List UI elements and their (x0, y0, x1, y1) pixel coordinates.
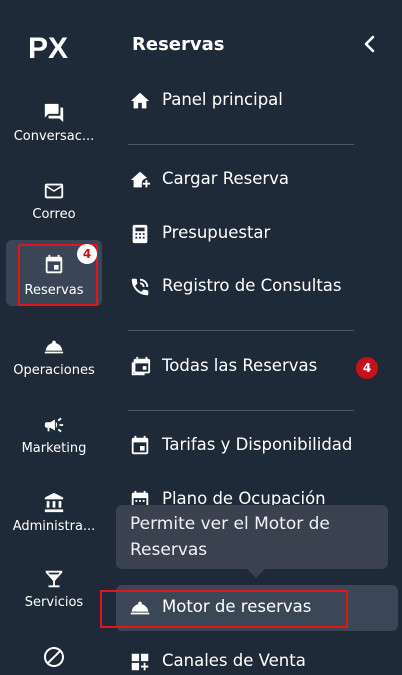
calculator-icon (128, 222, 152, 246)
room-service-icon (6, 334, 102, 360)
rail-item-label: Correo (32, 207, 76, 222)
tooltip: Permite ver el Motor de Reservas (116, 505, 388, 569)
divider (128, 410, 354, 411)
rail-item-label: Administra... (12, 519, 96, 534)
block-icon (6, 644, 102, 670)
menu-item-panel-principal[interactable]: Panel principal (116, 78, 398, 124)
count-badge: 4 (356, 357, 378, 379)
cocktail-icon (6, 566, 102, 592)
menu-item-label: Todas las Reservas (162, 356, 318, 375)
rail-item-correo[interactable]: Correo (6, 170, 102, 236)
apps-add-icon (128, 650, 152, 674)
mail-icon (6, 178, 102, 204)
menu-item-cargar-reserva[interactable]: Cargar Reserva (116, 157, 398, 203)
calendar-icon (128, 434, 152, 458)
menu-item-label: Cargar Reserva (162, 169, 290, 188)
icon-rail: PX Conversac... Correo 4 Reservas Operac… (0, 0, 108, 675)
highlight-box (100, 590, 348, 628)
chevron-left-icon (364, 35, 375, 53)
home-icon (128, 89, 152, 113)
menu-item-label: Registro de Consultas (162, 276, 342, 295)
menu-item-label: Canales de Venta (162, 651, 306, 670)
rail-item-reservas[interactable]: 4 Reservas (6, 240, 102, 306)
panel-title: Reservas (132, 34, 225, 55)
notification-badge: 4 (77, 244, 97, 264)
px-logo[interactable]: PX (26, 24, 82, 70)
rail-item-label: Servicios (24, 595, 84, 610)
rail-item-label: Marketing (21, 441, 87, 456)
rail-item-conversaciones[interactable]: Conversac... (6, 92, 102, 158)
calendar-stack-icon (128, 355, 152, 379)
collapse-button[interactable] (358, 30, 382, 58)
bank-icon (6, 490, 102, 516)
tooltip-arrow (246, 568, 266, 578)
menu-item-label: Tarifas y Disponibilidad (162, 435, 353, 454)
menu-item-canales-venta[interactable]: Canales de Venta (116, 639, 398, 675)
menu-item-label: Panel principal (162, 90, 283, 109)
menu-item-presupuestar[interactable]: Presupuestar (116, 211, 398, 257)
svg-text:PX: PX (28, 32, 68, 65)
rail-item-label: Operaciones (13, 363, 95, 378)
rail-item-servicios[interactable]: Servicios (6, 558, 102, 624)
divider (128, 144, 354, 145)
menu-item-registro-consultas[interactable]: Registro de Consultas (116, 264, 398, 310)
rail-item-marketing[interactable]: Marketing (6, 404, 102, 470)
rail-item-label: Conversac... (13, 129, 95, 144)
add-home-icon (128, 168, 152, 192)
phone-callback-icon (128, 275, 152, 299)
chat-icon (6, 100, 102, 126)
rail-item-operaciones[interactable]: Operaciones (6, 326, 102, 392)
menu-item-label: Presupuestar (162, 223, 271, 242)
menu-item-todas-reservas[interactable]: Todas las Reservas 4 (116, 344, 398, 390)
megaphone-icon (6, 412, 102, 438)
rail-item-blocked[interactable] (6, 636, 102, 675)
rail-item-administracion[interactable]: Administra... (6, 482, 102, 548)
rail-item-label: Reservas (24, 283, 84, 298)
divider (128, 330, 354, 331)
menu-item-tarifas[interactable]: Tarifas y Disponibilidad (116, 423, 398, 469)
